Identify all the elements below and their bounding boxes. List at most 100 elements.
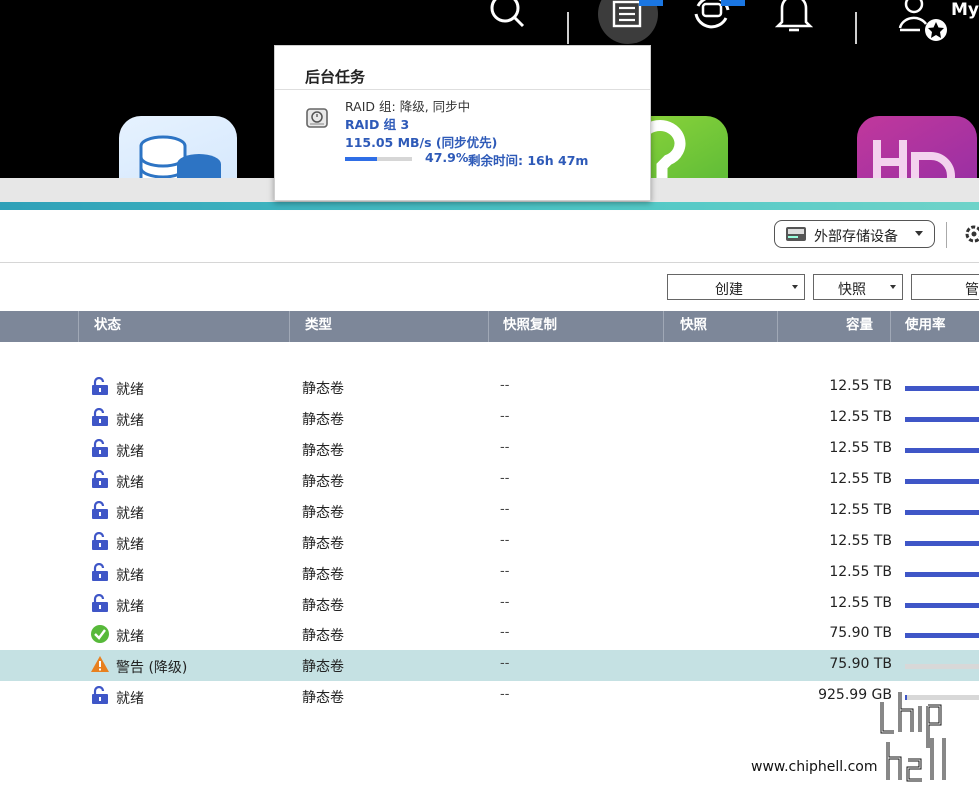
table-row[interactable]: 警告 (降级) 静态卷 -- 75.90 TB — [0, 650, 979, 681]
topbar-separator — [567, 12, 569, 44]
table-row[interactable]: 就绪 静态卷 -- 12.55 TB — [0, 434, 979, 465]
watermark-url: www.chiphell.com — [751, 759, 878, 775]
replica-text: -- — [500, 471, 510, 486]
table-row[interactable]: 就绪 静态卷 -- 75.90 TB — [0, 619, 979, 650]
usage-bar — [905, 633, 979, 638]
hd-icon — [873, 140, 955, 178]
usage-bar — [905, 448, 979, 453]
task-remaining-time: 剩余时间: 16h 47m — [468, 153, 589, 168]
snapshot-label: 快照 — [838, 282, 866, 298]
column-header-capacity[interactable]: 容量 — [846, 311, 873, 342]
column-header-usage[interactable]: 使用率 — [905, 311, 946, 342]
status-text: 就绪 — [116, 691, 144, 707]
usage-bar — [905, 541, 979, 546]
status-text: 就绪 — [116, 537, 144, 553]
task-progress-fill — [345, 157, 378, 161]
column-separator — [777, 311, 778, 342]
table-row[interactable]: 就绪 静态卷 -- 12.55 TB — [0, 372, 979, 403]
replica-text: -- — [500, 533, 510, 548]
table-row[interactable]: 就绪 静态卷 -- 12.55 TB — [0, 465, 979, 496]
popup-title: 后台任务 — [305, 68, 366, 86]
type-text: 静态卷 — [302, 412, 344, 428]
search-icon[interactable] — [488, 0, 528, 38]
lock-icon — [90, 500, 110, 523]
status-text: 就绪 — [116, 568, 144, 584]
table-row[interactable]: 就绪 静态卷 -- 925.99 GB — [0, 681, 979, 712]
column-header-type[interactable]: 类型 — [305, 311, 332, 342]
status-text: 警告 (降级) — [116, 660, 188, 676]
usage-bar-fill — [905, 572, 979, 577]
type-text: 静态卷 — [302, 474, 344, 490]
hd-station-app-tile[interactable] — [857, 116, 977, 178]
manage-button[interactable]: 管 — [911, 274, 979, 300]
capacity-text: 12.55 TB — [829, 378, 892, 394]
lock-icon — [90, 438, 110, 461]
check-icon — [90, 624, 110, 648]
warning-icon — [90, 655, 110, 677]
table-row[interactable]: 就绪 静态卷 -- 12.55 TB — [0, 527, 979, 558]
replica-text: -- — [500, 502, 510, 517]
gear-icon[interactable] — [962, 222, 979, 250]
hdd-icon — [306, 108, 328, 132]
user-name[interactable]: My — [951, 0, 979, 20]
column-separator — [78, 311, 79, 342]
usage-bar-fill — [905, 479, 979, 484]
column-separator — [289, 311, 290, 342]
capacity-text: 12.55 TB — [829, 564, 892, 580]
capacity-text: 12.55 TB — [829, 440, 892, 456]
chevron-down-icon — [915, 231, 923, 236]
table-row[interactable]: 就绪 静态卷 -- 12.55 TB — [0, 403, 979, 434]
capacity-text: 12.55 TB — [829, 595, 892, 611]
replica-text: -- — [500, 409, 510, 424]
background-tasks-popup: 后台任务 RAID 组: 降级, 同步中 RAID 组 3 115.05 MB/… — [274, 45, 651, 201]
status-text: 就绪 — [116, 629, 144, 645]
lock-icon — [90, 685, 110, 708]
tasks-badge — [639, 0, 663, 6]
status-text: 就绪 — [116, 599, 144, 615]
column-header-replica[interactable]: 快照复制 — [503, 311, 557, 342]
table-row[interactable]: 就绪 静态卷 -- 12.55 TB — [0, 589, 979, 620]
manage-label: 管 — [965, 282, 979, 298]
usage-bar-fill — [905, 633, 979, 638]
user-icon[interactable] — [896, 0, 952, 50]
table-row[interactable]: 就绪 静态卷 -- 12.55 TB — [0, 496, 979, 527]
lock-icon — [90, 407, 110, 430]
table-row[interactable]: 就绪 静态卷 -- 12.55 TB — [0, 558, 979, 589]
status-text: 就绪 — [116, 506, 144, 522]
capacity-text: 12.55 TB — [829, 533, 892, 549]
usage-bar — [905, 386, 979, 391]
type-text: 静态卷 — [302, 505, 344, 521]
task-progress-percent: 47.9% — [425, 150, 469, 165]
lock-icon — [90, 531, 110, 554]
tasks-icon — [612, 0, 642, 28]
create-dropdown-button[interactable]: 创建 — [667, 274, 805, 300]
replica-text: -- — [500, 440, 510, 455]
column-separator — [488, 311, 489, 342]
replica-text: -- — [500, 564, 510, 579]
usage-bar — [905, 572, 979, 577]
column-header-snapshot[interactable]: 快照 — [680, 311, 707, 342]
column-header-status[interactable]: 状态 — [94, 311, 121, 342]
popup-divider — [275, 89, 650, 90]
background-tasks-button[interactable] — [598, 0, 658, 44]
lock-icon — [90, 593, 110, 616]
type-text: 静态卷 — [302, 567, 344, 583]
snapshot-dropdown-button[interactable]: 快照 — [813, 274, 903, 300]
usage-bar-fill — [905, 603, 979, 608]
type-text: 静态卷 — [302, 659, 344, 675]
type-text: 静态卷 — [302, 598, 344, 614]
usage-bar — [905, 510, 979, 515]
replica-text: -- — [500, 656, 510, 671]
capacity-text: 75.90 TB — [829, 625, 892, 641]
status-text: 就绪 — [116, 444, 144, 460]
lock-icon — [90, 376, 110, 399]
type-text: 静态卷 — [302, 381, 344, 397]
create-label: 创建 — [715, 282, 743, 298]
storage-app-tile[interactable] — [119, 116, 237, 178]
task-raid-group[interactable]: RAID 组 3 — [345, 114, 409, 133]
bell-icon[interactable] — [774, 0, 814, 38]
external-storage-dropdown[interactable]: 外部存储设备 — [774, 220, 935, 248]
status-text: 就绪 — [116, 382, 144, 398]
type-text: 静态卷 — [302, 690, 344, 706]
usage-bar — [905, 664, 979, 669]
